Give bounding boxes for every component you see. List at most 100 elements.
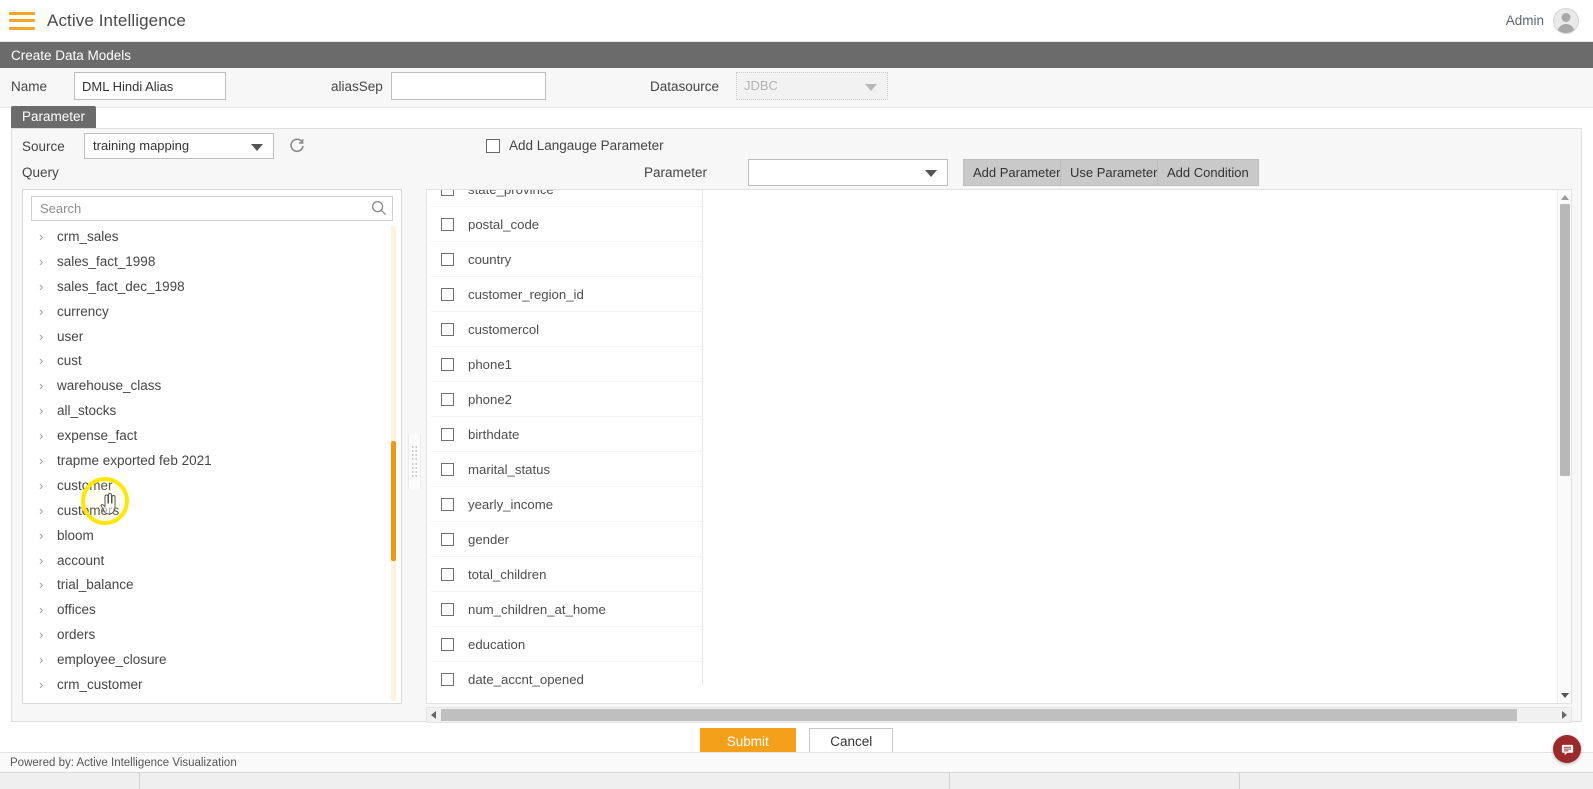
aliassep-input[interactable] [391,72,546,100]
horizontal-scrollbar-thumb[interactable] [441,709,1517,721]
checkbox-box-icon[interactable] [441,190,454,196]
submit-button[interactable]: Submit [699,728,796,755]
checkbox-box-icon[interactable] [441,462,454,476]
chevron-right-icon[interactable]: › [39,254,53,269]
column-list-item[interactable]: phone1 [431,347,703,382]
user-avatar-icon[interactable] [1553,7,1579,34]
chevron-right-icon[interactable]: › [39,627,53,642]
chevron-right-icon[interactable]: › [39,279,53,294]
checkbox-box-icon[interactable] [441,497,454,511]
tree-item[interactable]: › offices [23,597,403,622]
checkbox-box-icon[interactable] [441,602,454,616]
column-list-item[interactable]: birthdate [431,417,703,452]
column-list-item[interactable]: yearly_income [431,487,703,522]
chevron-right-icon[interactable]: › [39,602,53,617]
column-list-item[interactable]: education [431,627,703,662]
tree-item[interactable]: › expense_fact [23,423,403,448]
column-list-item[interactable]: phone2 [431,382,703,417]
chevron-right-icon[interactable]: › [39,528,53,543]
chevron-right-icon[interactable]: › [39,353,53,368]
tree-item[interactable]: › customer [23,473,403,498]
cancel-button[interactable]: Cancel [809,728,894,755]
tree-item[interactable]: › employee_closure [23,647,403,672]
column-list-item[interactable]: date_accnt_opened [431,662,703,687]
chevron-right-icon[interactable]: › [39,652,53,667]
parameter-select[interactable] [748,159,948,186]
table-tree-list[interactable]: › crm_sales › sales_fact_1998 › sales_fact_de… [23,224,403,703]
chevron-right-icon[interactable]: › [39,304,53,319]
chevron-right-icon[interactable]: › [39,329,53,344]
pane-resize-handle[interactable] [408,434,421,489]
checkbox-box-icon[interactable] [441,217,454,231]
tab-parameter[interactable]: Parameter [11,106,97,128]
chevron-right-icon[interactable]: › [39,403,53,418]
horizontal-scrollbar[interactable] [426,707,1572,723]
name-input[interactable] [74,72,226,100]
chevron-right-icon[interactable]: › [39,428,53,443]
use-parameter-button[interactable]: Use Parameter [1060,159,1168,186]
checkbox-box-icon[interactable] [441,287,454,301]
scroll-down-arrow-icon[interactable] [1561,693,1569,698]
chevron-right-icon[interactable]: › [39,577,53,592]
refresh-icon[interactable] [288,137,306,155]
source-select[interactable]: training mapping [84,133,274,159]
column-pane-scrollbar[interactable] [1557,190,1571,703]
chevron-right-icon[interactable]: › [39,702,53,703]
tree-item[interactable]: › customers [23,498,403,523]
checkbox-box-icon[interactable] [441,427,454,441]
chevron-right-icon[interactable]: › [39,453,53,468]
checkbox-box-icon[interactable] [441,532,454,546]
column-list-item[interactable]: num_children_at_home [431,592,703,627]
scroll-right-arrow-icon[interactable] [1562,711,1567,719]
scroll-up-arrow-icon[interactable] [1561,195,1569,200]
column-list-item[interactable]: customer_region_id [431,277,703,312]
checkbox-box-icon[interactable] [441,392,454,406]
add-parameter-button[interactable]: Add Parameter [963,159,1071,186]
column-list-item[interactable]: gender [431,522,703,557]
hamburger-menu-icon[interactable] [9,11,35,30]
chevron-right-icon[interactable]: › [39,677,53,692]
tree-scrollbar-track[interactable] [391,226,396,701]
column-list-item[interactable]: marital_status [431,452,703,487]
column-list-item[interactable]: country [431,242,703,277]
checkbox-box-icon[interactable] [441,357,454,371]
tree-item[interactable]: › bloom [23,523,403,548]
scroll-left-arrow-icon[interactable] [431,711,436,719]
checkbox-box-icon[interactable] [441,322,454,336]
tree-scrollbar-thumb[interactable] [391,441,396,561]
checkbox-box-icon[interactable] [441,567,454,581]
chat-bubble-icon[interactable] [1553,735,1581,763]
tree-item[interactable]: › trapme exported feb 2021 [23,448,403,473]
tree-item[interactable]: › currency [23,299,403,324]
tree-item[interactable]: › cust [23,348,403,373]
tree-item[interactable]: › trial_balance [23,572,403,597]
tree-item[interactable]: › user [23,324,403,349]
chevron-right-icon[interactable]: › [39,229,53,244]
chevron-right-icon[interactable]: › [39,378,53,393]
column-list-item[interactable]: customercol [431,312,703,347]
tree-item[interactable]: › orders [23,622,403,647]
checkbox-box-icon[interactable] [441,672,454,686]
search-icon[interactable] [371,200,387,216]
add-language-parameter-checkbox[interactable]: Add Langauge Parameter [486,138,664,153]
tree-item[interactable]: › warehouse_class [23,373,403,398]
chevron-right-icon[interactable]: › [39,478,53,493]
add-condition-button[interactable]: Add Condition [1157,159,1259,186]
column-list-item[interactable]: postal_code [431,207,703,242]
tree-item[interactable]: › all_stocks [23,398,403,423]
tree-item[interactable]: › customerstates [23,697,403,703]
tree-item[interactable]: › crm_sales [23,224,403,249]
column-checkbox-list[interactable]: state_province postal_code country customer… [431,190,703,687]
datasource-select[interactable]: JDBC [736,72,888,100]
chevron-right-icon[interactable]: › [39,503,53,518]
column-pane-scrollbar-thumb[interactable] [1560,204,1570,476]
search-input[interactable] [31,196,393,221]
column-list-item[interactable]: state_province [431,190,703,207]
tree-item[interactable]: › account [23,548,403,573]
column-list-item[interactable]: total_children [431,557,703,592]
checkbox-box-icon[interactable] [441,637,454,651]
tree-item[interactable]: › crm_customer [23,672,403,697]
tree-item[interactable]: › sales_fact_dec_1998 [23,274,403,299]
checkbox-box-icon[interactable] [441,252,454,266]
chevron-right-icon[interactable]: › [39,553,53,568]
